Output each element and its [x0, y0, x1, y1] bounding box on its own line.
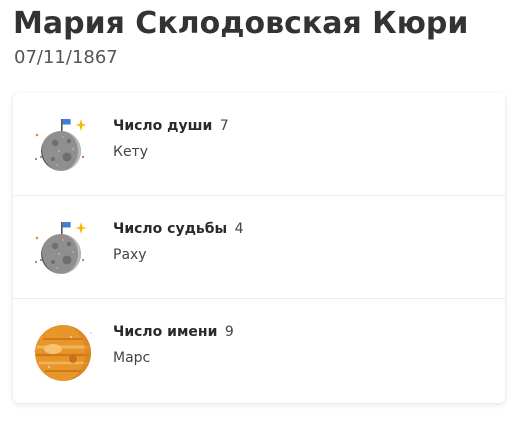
item-value: Раху	[113, 247, 147, 263]
item-label: Число души	[113, 118, 213, 134]
page: Мария Склодовская Кюри 07/11/1867 Число …	[0, 0, 516, 432]
item-label: Число судьбы	[113, 221, 228, 237]
birth-date: 07/11/1867	[14, 47, 118, 68]
item-text: Число имени 9 Марс	[113, 323, 234, 367]
moon-planet-icon	[31, 216, 95, 280]
item-label-row: Число имени 9	[113, 323, 234, 341]
item-text: Число судьбы 4 Раху	[113, 220, 244, 264]
item-value: Марс	[113, 350, 151, 366]
mars-planet-icon	[31, 319, 95, 383]
item-number: 4	[234, 221, 244, 237]
item-label: Число имени	[113, 324, 218, 340]
item-value: Кету	[113, 144, 148, 160]
moon-planet-icon	[31, 113, 95, 177]
list-item-destiny-number[interactable]: Число судьбы 4 Раху	[13, 196, 505, 299]
list-item-soul-number[interactable]: Число души 7 Кету	[13, 93, 505, 196]
item-text: Число души 7 Кету	[113, 117, 229, 161]
numbers-card-list: Число души 7 Кету Число судьбы 4 Раху Чи…	[13, 93, 505, 403]
page-title: Мария Склодовская Кюри	[13, 6, 469, 41]
list-item-name-number[interactable]: Число имени 9 Марс	[13, 299, 505, 403]
item-label-row: Число судьбы 4	[113, 220, 244, 238]
item-number: 7	[219, 118, 229, 134]
item-label-row: Число души 7	[113, 117, 229, 135]
item-number: 9	[224, 324, 234, 340]
